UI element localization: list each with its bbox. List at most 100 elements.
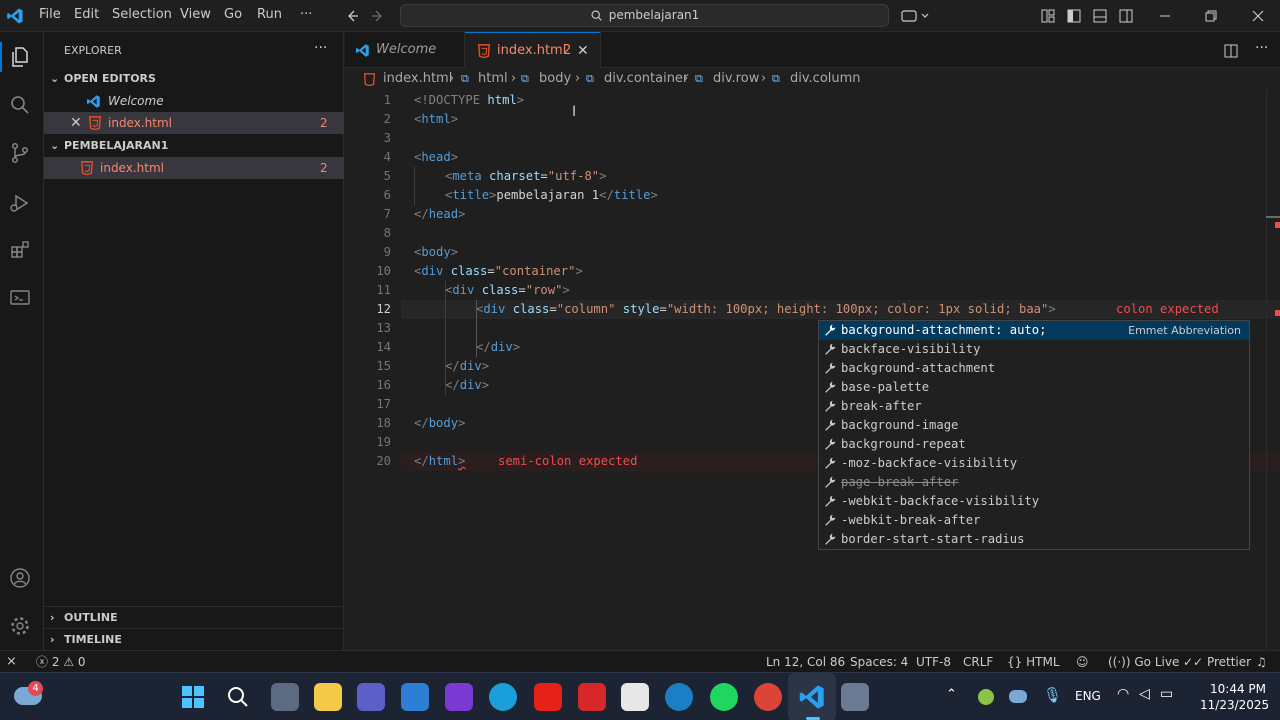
- toggle-primary-sidebar-icon[interactable]: [1066, 8, 1082, 24]
- clock-date[interactable]: 11/23/2025: [1200, 698, 1269, 712]
- suggestion-item[interactable]: backface-visibility: [819, 340, 1249, 359]
- breadcrumb-div-container[interactable]: div.container: [604, 68, 688, 90]
- input-language[interactable]: ENG: [1075, 689, 1101, 703]
- suggestion-item[interactable]: base-palette: [819, 378, 1249, 397]
- windows-start-icon[interactable]: [181, 685, 205, 709]
- copilot-app-icon[interactable]: [401, 683, 429, 711]
- show-hidden-icons-chevron-icon[interactable]: ⌃: [946, 687, 957, 702]
- menu-more[interactable]: ···: [300, 7, 312, 22]
- tab-index-html[interactable]: index.html 2 ✕: [465, 32, 601, 69]
- breadcrumb-html[interactable]: html: [478, 68, 508, 90]
- folder-header[interactable]: ⌄ PEMBELAJARAN1: [44, 135, 344, 157]
- spotify-icon[interactable]: [710, 683, 738, 711]
- suggestion-item[interactable]: -moz-backface-visibility: [819, 454, 1249, 473]
- extensions-icon[interactable]: [8, 238, 32, 262]
- vscode-logo-icon[interactable]: [6, 7, 24, 25]
- editor-scrollbar[interactable]: [1266, 90, 1280, 650]
- back-arrow-icon[interactable]: [344, 8, 360, 24]
- broadcast-icon: ((·)): [1108, 655, 1131, 669]
- chrome-icon[interactable]: [754, 683, 782, 711]
- suggestion-item[interactable]: break-after: [819, 397, 1249, 416]
- microphone-icon[interactable]: 🎙: [1043, 686, 1062, 704]
- suggestion-item[interactable]: background-attachment: auto; Emmet Abbre…: [819, 321, 1249, 340]
- end-of-line[interactable]: CRLF: [963, 651, 993, 673]
- language-mode[interactable]: {} HTML: [1007, 651, 1060, 673]
- onedrive-icon[interactable]: [1009, 690, 1027, 703]
- edge-beta-icon[interactable]: [665, 683, 693, 711]
- open-editor-index[interactable]: ✕ index.html 2: [44, 112, 344, 134]
- visual-studio-icon[interactable]: [445, 683, 473, 711]
- breadcrumb-div-column[interactable]: div.column: [790, 68, 861, 90]
- inline-error-message: semi-colon expected: [498, 454, 638, 468]
- battery-icon[interactable]: ▭: [1160, 686, 1173, 702]
- timeline-header[interactable]: › TIMELINE: [44, 628, 344, 650]
- tray-app-icon[interactable]: [978, 689, 994, 705]
- explorer-more-button[interactable]: ···: [314, 40, 327, 56]
- file-encoding[interactable]: UTF-8: [916, 651, 951, 673]
- search-view-icon[interactable]: [8, 93, 32, 117]
- autocomplete-suggestions[interactable]: background-attachment: auto; Emmet Abbre…: [818, 320, 1250, 550]
- run-debug-icon[interactable]: [8, 191, 32, 215]
- customize-layout-icon[interactable]: [1040, 8, 1056, 24]
- youtube-icon[interactable]: [534, 683, 562, 711]
- menu-edit[interactable]: Edit: [74, 7, 99, 22]
- copilot-chat-icon[interactable]: [900, 8, 930, 24]
- copilot-icon[interactable]: ☺: [1076, 651, 1089, 673]
- vscode-taskbar-icon[interactable]: [798, 683, 826, 711]
- source-control-icon[interactable]: [8, 141, 32, 165]
- cricut-app-icon[interactable]: [621, 683, 649, 711]
- edge-browser-icon[interactable]: [489, 683, 517, 711]
- toggle-secondary-sidebar-icon[interactable]: [1118, 8, 1134, 24]
- clock-time[interactable]: 10:44 PM: [1210, 682, 1266, 696]
- open-editors-header[interactable]: ⌄ OPEN EDITORS: [44, 68, 344, 90]
- wps-office-icon[interactable]: [578, 683, 606, 711]
- outline-header[interactable]: › OUTLINE: [44, 606, 344, 628]
- restore-icon[interactable]: [1203, 8, 1219, 24]
- indentation[interactable]: Spaces: 4: [850, 651, 908, 673]
- accounts-icon[interactable]: [8, 566, 32, 590]
- open-editor-welcome[interactable]: Welcome: [44, 90, 344, 112]
- forward-arrow-icon[interactable]: [370, 8, 386, 24]
- explorer-files-icon[interactable]: [8, 45, 32, 69]
- command-center-search[interactable]: pembelajaran1: [400, 4, 889, 27]
- go-live-button[interactable]: ((·)) Go Live: [1108, 651, 1179, 673]
- snipping-tool-icon[interactable]: [841, 683, 869, 711]
- prettier-button[interactable]: ✓✓ Prettier: [1183, 651, 1251, 673]
- remote-indicator-icon[interactable]: ⨯: [6, 651, 17, 673]
- close-window-icon[interactable]: [1250, 8, 1266, 24]
- file-index[interactable]: index.html 2: [44, 157, 344, 179]
- teams-icon[interactable]: [357, 683, 385, 711]
- task-view-icon[interactable]: [271, 683, 299, 711]
- menu-selection[interactable]: Selection: [112, 7, 172, 22]
- remote-explorer-icon[interactable]: [8, 286, 32, 310]
- suggestion-item[interactable]: -webkit-backface-visibility: [819, 492, 1249, 511]
- suggestion-item[interactable]: background-repeat: [819, 435, 1249, 454]
- taskbar-search-icon[interactable]: [226, 685, 250, 709]
- cursor-position[interactable]: Ln 12, Col 86: [766, 651, 845, 673]
- suggestion-item[interactable]: background-image: [819, 416, 1249, 435]
- suggestion-item[interactable]: border-start-start-radius: [819, 530, 1249, 549]
- manage-gear-icon[interactable]: [8, 614, 32, 638]
- suggestion-item[interactable]: -webkit-break-after: [819, 511, 1249, 530]
- menu-view[interactable]: View: [180, 7, 211, 22]
- file-explorer-icon[interactable]: [314, 683, 342, 711]
- volume-icon[interactable]: ◁: [1139, 686, 1150, 702]
- menu-go[interactable]: Go: [224, 7, 242, 22]
- minimize-icon[interactable]: [1157, 8, 1173, 24]
- wifi-icon[interactable]: ◠: [1117, 686, 1129, 702]
- suggestion-item-deprecated[interactable]: page-break-after: [819, 473, 1249, 492]
- suggestion-item[interactable]: background-attachment: [819, 359, 1249, 378]
- notifications-bell-icon[interactable]: ♫: [1256, 651, 1267, 673]
- breadcrumb-body[interactable]: body: [539, 68, 571, 90]
- close-tab-icon[interactable]: ✕: [577, 33, 589, 69]
- menu-run[interactable]: Run: [257, 7, 282, 22]
- menu-file[interactable]: File: [39, 7, 61, 22]
- editor-more-actions-icon[interactable]: ···: [1255, 40, 1268, 56]
- close-editor-icon[interactable]: ✕: [70, 112, 82, 134]
- split-editor-icon[interactable]: [1223, 43, 1239, 59]
- breadcrumb-div-row[interactable]: div.row: [713, 68, 759, 90]
- tab-welcome[interactable]: Welcome: [345, 32, 465, 68]
- breadcrumb-file[interactable]: index.html: [383, 68, 452, 90]
- toggle-panel-icon[interactable]: [1092, 8, 1108, 24]
- problems-indicator[interactable]: ⓧ 2 ⚠ 0: [36, 651, 86, 673]
